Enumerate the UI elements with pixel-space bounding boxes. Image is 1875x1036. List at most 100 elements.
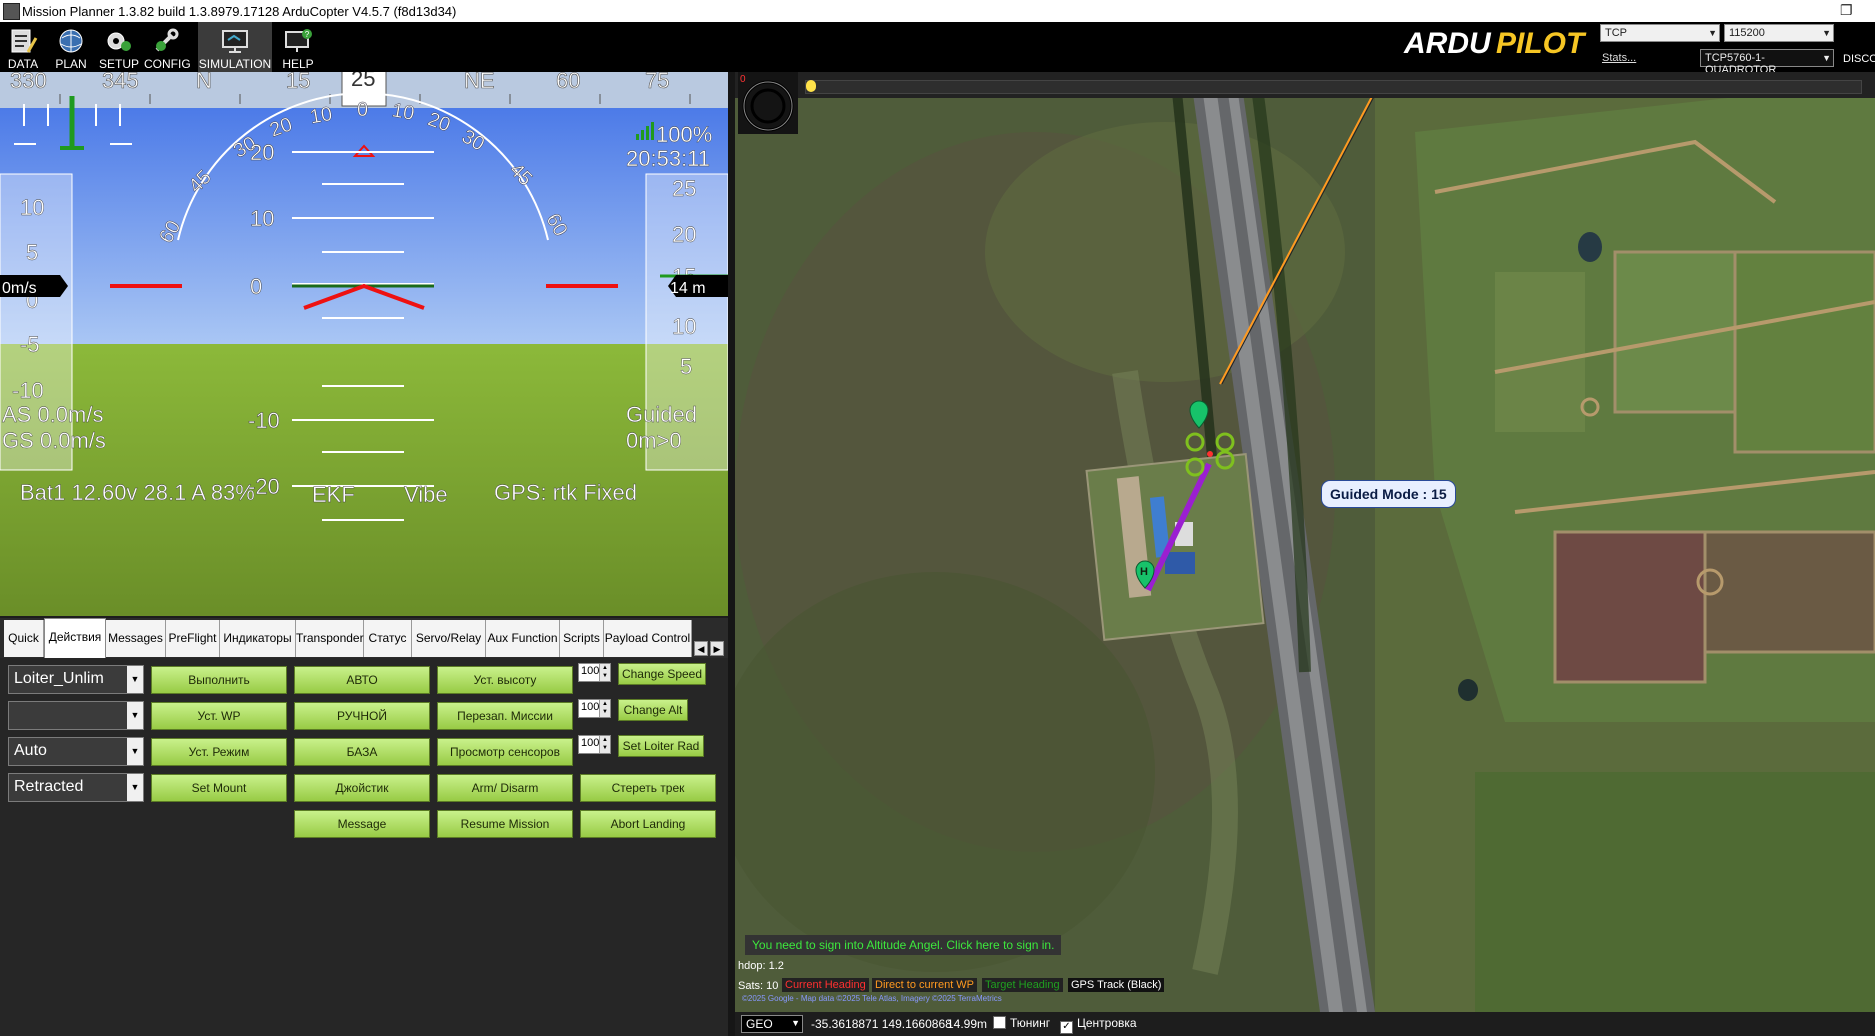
heading-value: 25 (351, 72, 375, 91)
alt-tick-10: 10 (672, 314, 696, 339)
tab-payload-control[interactable]: Payload Control (604, 620, 692, 657)
loiter-radius-input[interactable]: 100 ▲ ▼ (578, 735, 611, 754)
coord-mode-select[interactable]: GEO ▼ (741, 1015, 803, 1033)
joystick-button[interactable]: Джойстик (294, 774, 430, 802)
spinner-icon[interactable]: ▲ ▼ (599, 700, 610, 717)
checkbox-checked-icon[interactable]: ✓ (1060, 1021, 1073, 1034)
manual-button[interactable]: РУЧНОЙ (294, 702, 430, 730)
roll-tick-r10: 10 (390, 99, 416, 125)
menu-data[interactable]: DATA (0, 22, 46, 72)
compass-icon (742, 80, 794, 132)
satellite-map: H (735, 72, 1875, 1012)
message-button[interactable]: Message (294, 810, 430, 838)
alt-tick-20: 20 (672, 222, 696, 247)
tab-messages[interactable]: Messages (106, 620, 166, 657)
tab-indicators[interactable]: Индикаторы (220, 620, 296, 657)
set-mode-button[interactable]: Уст. Режим (151, 738, 287, 766)
device-select[interactable]: TCP5760-1-QUADROTOR ▼ (1700, 49, 1834, 76)
heading-tick-75: 75 (645, 72, 669, 93)
speed-tick-10: 10 (20, 195, 44, 220)
tab-scripts[interactable]: Scripts (560, 620, 604, 657)
compass-widget: 0 (738, 72, 798, 134)
menu-simulation-label: SIMULATION (198, 57, 272, 71)
heading-tick-n: N (196, 72, 212, 93)
altitude-angel-notice[interactable]: You need to sign into Altitude Angel. Cl… (745, 935, 1062, 955)
menu-plan[interactable]: PLAN (48, 22, 94, 72)
flightmode-select[interactable]: Auto ▼ (8, 737, 144, 766)
svg-text:?: ? (305, 30, 310, 39)
waypoint-select[interactable]: ▼ (8, 701, 144, 730)
checkbox-unchecked-icon[interactable] (993, 1016, 1006, 1029)
baud-select[interactable]: 115200 ▼ (1724, 24, 1834, 42)
set-wp-button[interactable]: Уст. WP (151, 702, 287, 730)
port-select[interactable]: TCP ▼ (1600, 24, 1720, 42)
airspeed-readout: AS 0.0m/s (2, 402, 103, 427)
loiter-radius-input-value: 100 (581, 737, 600, 749)
arm-disarm-button[interactable]: Arm/ Disarm (437, 774, 573, 802)
change-alt-button[interactable]: Change Alt (618, 699, 688, 721)
heading-tick-ne: NE (464, 72, 495, 93)
tab-preflight[interactable]: PreFlight (166, 620, 220, 657)
stats-link[interactable]: Stats... (1602, 52, 1636, 64)
menu-help[interactable]: ? HELP (276, 22, 320, 72)
tab-status[interactable]: Статус (364, 620, 412, 657)
set-loiter-rad-button[interactable]: Set Loiter Rad (618, 735, 704, 757)
gps-status: GPS: rtk Fixed (494, 480, 637, 505)
menu-config[interactable]: CONFIG (144, 22, 191, 72)
sats-readout: Sats: 10 (738, 980, 779, 992)
set-mount-button[interactable]: Set Mount (151, 774, 287, 802)
disconnect-button[interactable]: DISCO (1843, 53, 1875, 65)
coords-readout: -35.3618871 149.1660868 (811, 1017, 952, 1031)
pitch-label-20: 20 (250, 140, 274, 165)
mode-select[interactable]: Loiter_Unlim ▼ (8, 665, 144, 694)
tuning-checkbox[interactable]: Тюнинг (993, 1016, 1050, 1030)
menu-simulation[interactable]: SIMULATION (198, 22, 272, 72)
restore-icon[interactable]: ❐ (1840, 2, 1853, 19)
tab-scroll-right-icon[interactable]: ▶ (710, 641, 724, 656)
alt-readout: 14.99m (947, 1017, 988, 1031)
altitude-input[interactable]: 100 ▲ ▼ (578, 699, 611, 718)
resume-mission-button[interactable]: Resume Mission (437, 810, 573, 838)
auto-button[interactable]: АВТО (294, 666, 430, 694)
menu-setup-label: SETUP (98, 57, 139, 71)
menu-setup[interactable]: SETUP (96, 22, 142, 72)
baud-value: 115200 (1729, 27, 1765, 39)
map-view[interactable]: H (735, 72, 1875, 1012)
spinner-icon[interactable]: ▲ ▼ (599, 664, 610, 681)
tab-aux-function[interactable]: Aux Function (486, 620, 560, 657)
spinner-icon[interactable]: ▲ ▼ (599, 736, 610, 753)
view-sensors-button[interactable]: Просмотр сенсоров (437, 738, 573, 766)
speed-input[interactable]: 100 ▲ ▼ (578, 663, 611, 682)
tab-quick[interactable]: Quick (4, 620, 44, 657)
set-altitude-button[interactable]: Уст. высоту (437, 666, 573, 694)
guided-mode-callout: Guided Mode : 15 (1321, 480, 1456, 508)
abort-landing-button[interactable]: Abort Landing (580, 810, 716, 838)
execute-button[interactable]: Выполнить (151, 666, 287, 694)
home-marker-label: H (1140, 566, 1148, 578)
tab-scroll-left-icon[interactable]: ◀ (694, 641, 708, 656)
chevron-down-icon: ▼ (791, 1018, 800, 1028)
clear-track-button[interactable]: Стереть трек (580, 774, 716, 802)
simulation-icon (222, 30, 248, 53)
heading-tick-60: 60 (556, 72, 580, 93)
tab-servo-relay[interactable]: Servo/Relay (412, 620, 486, 657)
logo-text-ardu: ARDU (1403, 27, 1492, 60)
restart-mission-button[interactable]: Перезап. Миссии (437, 702, 573, 730)
center-checkbox[interactable]: ✓ Центровка (1060, 1016, 1137, 1034)
home-button[interactable]: БАЗА (294, 738, 430, 766)
hud-time: 20:53:11 (626, 146, 710, 171)
heading-tick-345: 345 (102, 72, 139, 93)
progress-knob[interactable] (806, 80, 816, 92)
change-speed-button[interactable]: Change Speed (618, 663, 706, 685)
mode-select-value: Loiter_Unlim (14, 670, 104, 687)
panel-divider[interactable] (728, 72, 735, 1036)
mount-select[interactable]: Retracted ▼ (8, 773, 144, 802)
hdop-readout: hdop: 1.2 (738, 960, 784, 972)
legend-current-heading: Current Heading (782, 978, 869, 992)
hud-display: 330 345 N 15 NE 60 75 25 60 45 30 20 10 … (0, 72, 728, 616)
tab-actions[interactable]: Действия (44, 618, 106, 658)
mission-progress-bar[interactable] (805, 80, 1862, 94)
tab-transponder[interactable]: Transponder (296, 620, 364, 657)
legend-direct-wp: Direct to current WP (872, 978, 978, 992)
window-titlebar: Mission Planner 1.3.82 build 1.3.8979.17… (0, 0, 1875, 22)
